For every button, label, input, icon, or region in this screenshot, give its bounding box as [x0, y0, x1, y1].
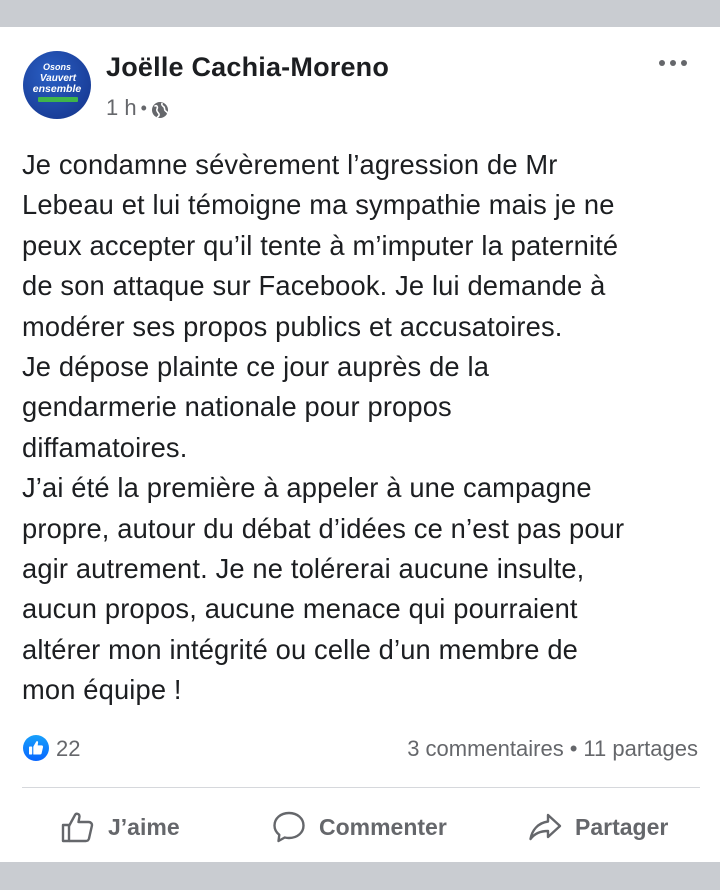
- share-button[interactable]: Partager: [527, 797, 668, 857]
- globe-icon: [151, 99, 169, 118]
- avatar-line3: ensemble: [33, 83, 82, 95]
- more-options-icon[interactable]: [655, 55, 691, 75]
- post-stats: 22 3 commentaires • 11 partages: [0, 732, 720, 766]
- stats-separator: •: [569, 736, 578, 761]
- avatar[interactable]: Osons Vauvert ensemble: [23, 51, 91, 119]
- share-count[interactable]: 11 partages: [583, 736, 698, 761]
- like-button[interactable]: J’aime: [60, 797, 180, 857]
- comment-button-label: Commenter: [319, 813, 447, 840]
- avatar-green-bar: [38, 97, 78, 102]
- post-meta: 1 h •: [106, 95, 169, 121]
- comment-count[interactable]: 3 commentaires: [407, 736, 564, 761]
- actions-divider: [22, 787, 700, 788]
- comment-bubble-icon: [273, 811, 305, 843]
- comment-share-counts: 3 commentaires • 11 partages: [407, 736, 698, 762]
- like-button-label: J’aime: [108, 813, 180, 840]
- share-button-label: Partager: [575, 813, 669, 840]
- like-reaction-icon[interactable]: [22, 734, 50, 762]
- meta-separator: •: [140, 97, 147, 118]
- thumbs-up-icon: [61, 812, 94, 843]
- avatar-line1: Osons: [43, 62, 71, 72]
- comment-button[interactable]: Commenter: [271, 797, 447, 857]
- post-actions: J’aime Commenter Partager: [0, 797, 720, 857]
- like-count[interactable]: 22: [56, 736, 80, 762]
- author-name[interactable]: Joëlle Cachia-Moreno: [106, 52, 389, 83]
- avatar-logo: Osons Vauvert ensemble: [33, 62, 82, 102]
- post-text: Je condamne sévèrement l’agression de Mr…: [22, 149, 625, 706]
- post-time[interactable]: 1 h: [106, 95, 137, 121]
- post-header: Osons Vauvert ensemble Joëlle Cachia-Mor…: [0, 27, 720, 127]
- share-arrow-icon: [529, 813, 562, 841]
- post-card: Osons Vauvert ensemble Joëlle Cachia-Mor…: [0, 27, 720, 862]
